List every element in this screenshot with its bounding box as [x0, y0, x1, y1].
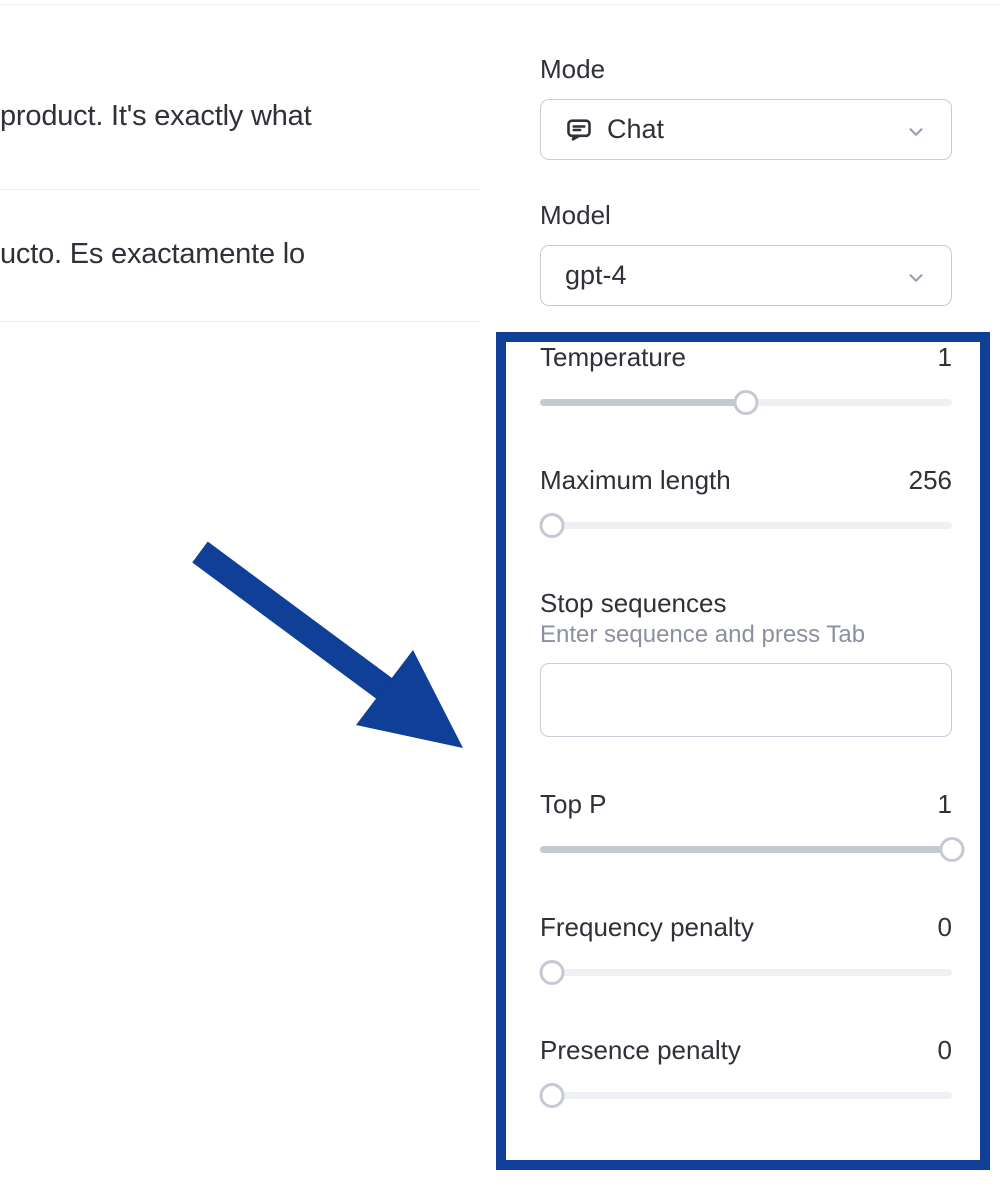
arrow-annotation-icon	[188, 540, 468, 770]
frequency-penalty-value: 0	[938, 912, 952, 943]
mode-label: Mode	[540, 54, 952, 85]
max-length-slider[interactable]	[540, 516, 952, 536]
temperature-value: 1	[938, 342, 952, 373]
mode-select[interactable]: Chat	[540, 99, 952, 160]
parameters-panel: Temperature 1 Maximum length 256 Stop se…	[540, 342, 952, 1106]
presence-penalty-slider[interactable]	[540, 1086, 952, 1106]
max-length-param: Maximum length 256	[540, 465, 952, 536]
stop-sequences-hint: Enter sequence and press Tab	[540, 621, 952, 649]
top-p-value: 1	[938, 789, 952, 820]
temperature-slider[interactable]	[540, 393, 952, 413]
stop-sequences-param: Stop sequences Enter sequence and press …	[540, 588, 952, 737]
frequency-penalty-slider[interactable]	[540, 963, 952, 983]
chevron-down-icon	[905, 265, 927, 287]
temperature-param: Temperature 1	[540, 342, 952, 413]
frequency-penalty-param: Frequency penalty 0	[540, 912, 952, 983]
model-value: gpt-4	[565, 260, 627, 291]
chat-area: product. It's exactly what ucto. Es exac…	[0, 5, 480, 322]
message-line-1: product. It's exactly what	[0, 100, 480, 190]
mode-group: Mode Chat	[540, 54, 952, 160]
top-p-slider[interactable]	[540, 840, 952, 860]
top-p-label: Top P	[540, 789, 607, 820]
chevron-down-icon	[905, 119, 927, 141]
model-select[interactable]: gpt-4	[540, 245, 952, 306]
message-line-2: ucto. Es exactamente lo	[0, 190, 480, 322]
frequency-penalty-label: Frequency penalty	[540, 912, 754, 943]
chat-icon	[565, 116, 593, 144]
max-length-label: Maximum length	[540, 465, 731, 496]
presence-penalty-param: Presence penalty 0	[540, 1035, 952, 1106]
model-label: Model	[540, 200, 952, 231]
stop-sequences-label: Stop sequences	[540, 588, 952, 619]
stop-sequences-input[interactable]	[540, 663, 952, 737]
presence-penalty-value: 0	[938, 1035, 952, 1066]
top-p-param: Top P 1	[540, 789, 952, 860]
settings-sidebar: Mode Chat Model gpt-4	[540, 54, 952, 346]
max-length-value: 256	[909, 465, 952, 496]
temperature-label: Temperature	[540, 342, 686, 373]
mode-value: Chat	[607, 114, 664, 145]
model-group: Model gpt-4	[540, 200, 952, 306]
presence-penalty-label: Presence penalty	[540, 1035, 741, 1066]
